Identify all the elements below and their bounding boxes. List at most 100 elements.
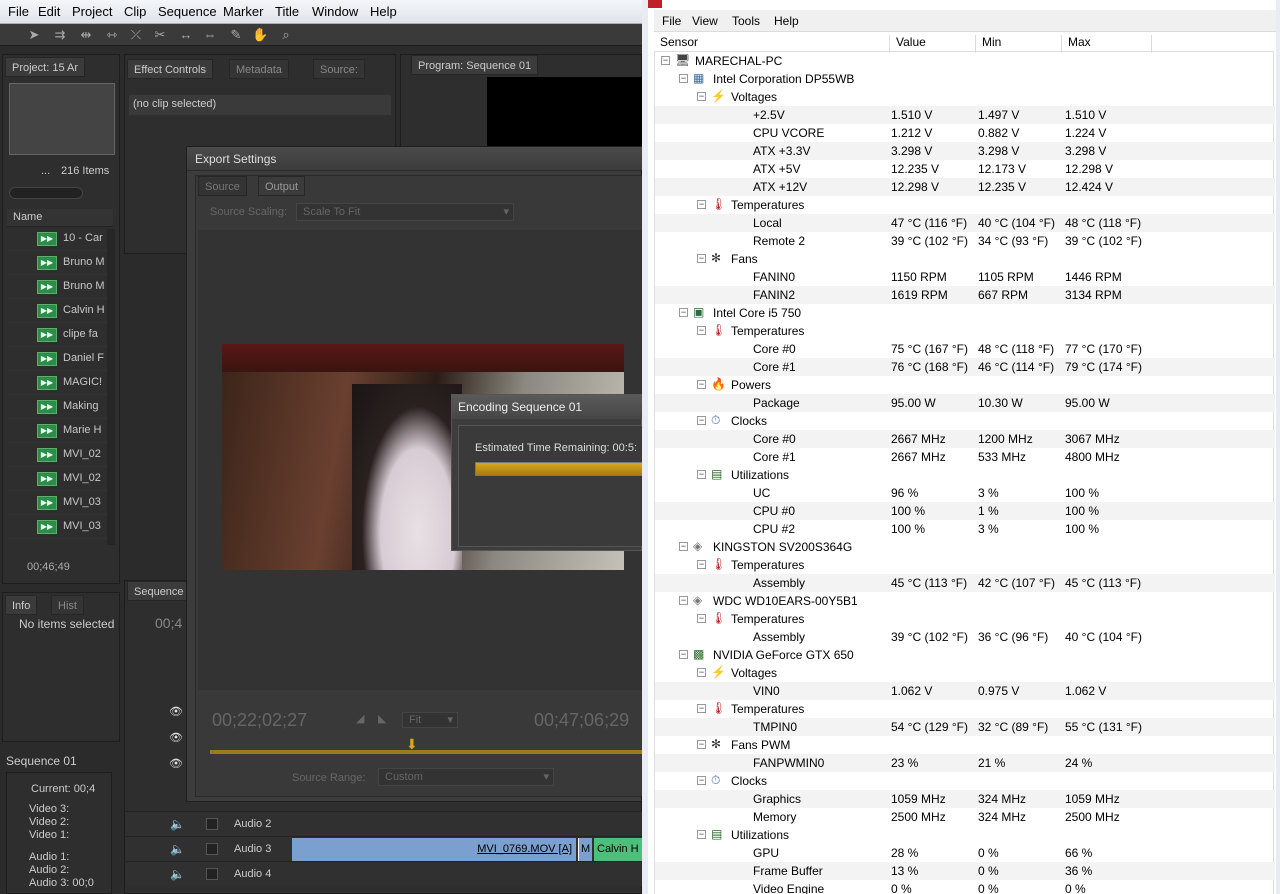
track-audio-3[interactable]: 🔈 Audio 3 MVI_0769.MOV [A] M Calvin H (126, 836, 642, 861)
hw-menu-tools[interactable]: Tools (732, 14, 760, 28)
list-item[interactable]: ▶▶ MVI_02 (9, 443, 115, 467)
slide-tool-icon[interactable]: ⇔ (202, 27, 218, 43)
sensor-row[interactable]: Assembly 39 °C (102 °F) 36 °C (96 °F) 40 °C… (655, 628, 1275, 646)
sensor-row[interactable]: Core #1 76 °C (168 °F) 46 °C (114 °F) 79 °C… (655, 358, 1275, 376)
rolling-edit-tool-icon[interactable]: ⇿ (104, 27, 120, 43)
list-item[interactable]: ▶▶ 10 - Car (9, 227, 115, 251)
tab-effect-controls[interactable]: Effect Controls (127, 59, 213, 79)
collapse-icon[interactable]: − (679, 542, 688, 551)
collapse-icon[interactable]: − (697, 416, 706, 425)
sensor-row[interactable]: Core #0 2667 MHz 1200 MHz 3067 MHz (655, 430, 1275, 448)
speaker-icon[interactable]: 🔈 (170, 817, 185, 831)
tab-program[interactable]: Program: Sequence 01 (411, 55, 539, 75)
menu-help[interactable]: Help (370, 4, 397, 19)
sensor-group-row[interactable]: − ▣ Intel Core i5 750 (655, 304, 1275, 322)
project-scrollbar[interactable] (107, 229, 115, 545)
rate-stretch-tool-icon[interactable]: ⤫ (128, 27, 144, 43)
sensor-row[interactable]: Frame Buffer 13 % 0 % 36 % (655, 862, 1275, 880)
sensor-group-row[interactable]: − 🌡 Temperatures (655, 610, 1275, 628)
menu-project[interactable]: Project (72, 4, 112, 19)
speaker-icon[interactable]: 🔈 (170, 867, 185, 881)
col-min[interactable]: Min (982, 35, 1062, 53)
sensor-row[interactable]: ATX +3.3V 3.298 V 3.298 V 3.298 V (655, 142, 1275, 160)
sensor-group-row[interactable]: − 🌡 Temperatures (655, 196, 1275, 214)
sensor-row[interactable]: Video Engine 0 % 0 % 0 % (655, 880, 1275, 894)
collapse-icon[interactable]: − (697, 560, 706, 569)
sensor-group-row[interactable]: − ▤ Utilizations (655, 466, 1275, 484)
sensor-group-row[interactable]: − 🔥 Powers (655, 376, 1275, 394)
collapse-icon[interactable]: − (679, 308, 688, 317)
mark-in-icon[interactable]: ◢ (356, 712, 364, 725)
sensor-group-row[interactable]: − 🌡 Temperatures (655, 322, 1275, 340)
sensor-group-row[interactable]: − ◈ WDC WD10EARS-00Y5B1 (655, 592, 1275, 610)
sensor-group-row[interactable]: − ▤ Utilizations (655, 826, 1275, 844)
sensor-group-row[interactable]: − ✻ Fans PWM (655, 736, 1275, 754)
collapse-icon[interactable]: − (697, 380, 706, 389)
collapse-icon[interactable]: − (697, 326, 706, 335)
range-dropdown[interactable]: Custom ▾ (378, 768, 554, 786)
fit-dropdown[interactable]: Fit ▾ (402, 712, 458, 728)
sensor-row[interactable]: Assembly 45 °C (113 °F) 42 °C (107 °F) 45 °… (655, 574, 1275, 592)
zoom-tool-icon[interactable]: ⌕ (278, 27, 294, 43)
col-max[interactable]: Max (1068, 35, 1152, 53)
track-audio-2[interactable]: 🔈 Audio 2 (126, 811, 642, 836)
eye-icon[interactable]: 👁 (169, 705, 183, 718)
track-audio-4[interactable]: 🔈 Audio 4 (126, 861, 642, 886)
export-title-bar[interactable]: Export Settings (187, 147, 642, 171)
lock-toggle[interactable] (206, 868, 218, 880)
tab-export-source[interactable]: Source (198, 176, 247, 196)
collapse-icon[interactable]: − (697, 470, 706, 479)
collapse-icon[interactable]: − (679, 650, 688, 659)
eye-icon[interactable]: 👁 (169, 731, 183, 744)
sensor-row[interactable]: ATX +5V 12.235 V 12.173 V 12.298 V (655, 160, 1275, 178)
collapse-icon[interactable]: − (679, 596, 688, 605)
list-item[interactable]: ▶▶ MVI_02 (9, 467, 115, 491)
menu-marker[interactable]: Marker (223, 4, 263, 19)
lock-toggle[interactable] (206, 818, 218, 830)
ripple-edit-tool-icon[interactable]: ⇹ (78, 27, 94, 43)
hwmonitor-scrollbar[interactable] (1276, 0, 1280, 894)
sensor-row[interactable]: VIN0 1.062 V 0.975 V 1.062 V (655, 682, 1275, 700)
sensor-row[interactable]: Remote 2 39 °C (102 °F) 34 °C (93 °F) 39 °C… (655, 232, 1275, 250)
list-item[interactable]: ▶▶ MVI_03 (9, 491, 115, 515)
sensor-group-row[interactable]: − ⏱ Clocks (655, 772, 1275, 790)
col-sensor[interactable]: Sensor (660, 35, 890, 53)
mark-out-icon[interactable]: ◣ (378, 712, 386, 725)
collapse-icon[interactable]: − (697, 254, 706, 263)
menu-sequence[interactable]: Sequence (158, 4, 217, 19)
sensor-row[interactable]: Memory 2500 MHz 324 MHz 2500 MHz (655, 808, 1275, 826)
collapse-icon[interactable]: − (697, 614, 706, 623)
menu-edit[interactable]: Edit (38, 4, 60, 19)
hw-menu-help[interactable]: Help (774, 14, 799, 28)
sensor-row[interactable]: FANIN0 1150 RPM 1105 RPM 1446 RPM (655, 268, 1275, 286)
hw-menu-file[interactable]: File (662, 14, 681, 28)
collapse-icon[interactable]: − (697, 830, 706, 839)
menu-window[interactable]: Window (312, 4, 358, 19)
list-item[interactable]: ▶▶ Daniel F (9, 347, 115, 371)
track-select-tool-icon[interactable]: ⇉ (52, 27, 68, 43)
list-item[interactable]: ▶▶ Bruno M (9, 251, 115, 275)
sensor-group-row[interactable]: − 🌡 Temperatures (655, 700, 1275, 718)
hand-tool-icon[interactable]: ✋ (252, 27, 268, 43)
sensor-group-row[interactable]: − ▦ Intel Corporation DP55WB (655, 70, 1275, 88)
col-value[interactable]: Value (896, 35, 976, 53)
sensor-row[interactable]: CPU #0 100 % 1 % 100 % (655, 502, 1275, 520)
sensor-row[interactable]: FANIN2 1619 RPM 667 RPM 3134 RPM (655, 286, 1275, 304)
sensor-row[interactable]: CPU VCORE 1.212 V 0.882 V 1.224 V (655, 124, 1275, 142)
sensor-row[interactable]: UC 96 % 3 % 100 % (655, 484, 1275, 502)
sensor-row[interactable]: Package 95.00 W 10.30 W 95.00 W (655, 394, 1275, 412)
sensor-row[interactable]: CPU #2 100 % 3 % 100 % (655, 520, 1275, 538)
menu-clip[interactable]: Clip (124, 4, 146, 19)
lock-toggle[interactable] (206, 843, 218, 855)
collapse-icon[interactable]: − (697, 704, 706, 713)
list-item[interactable]: ▶▶ MVI_03 (9, 515, 115, 539)
eye-icon[interactable]: 👁 (169, 757, 183, 770)
hw-menu-view[interactable]: View (692, 14, 718, 28)
list-item[interactable]: ▶▶ Calvin H (9, 299, 115, 323)
collapse-icon[interactable]: − (697, 776, 706, 785)
sensor-group-row[interactable]: − 🖥 MARECHAL-PC (655, 52, 1275, 70)
slip-tool-icon[interactable]: ↔ (178, 27, 194, 43)
collapse-icon[interactable]: − (679, 74, 688, 83)
selection-tool-icon[interactable]: ➤ (26, 27, 42, 43)
list-item[interactable]: ▶▶ Bruno M (9, 275, 115, 299)
